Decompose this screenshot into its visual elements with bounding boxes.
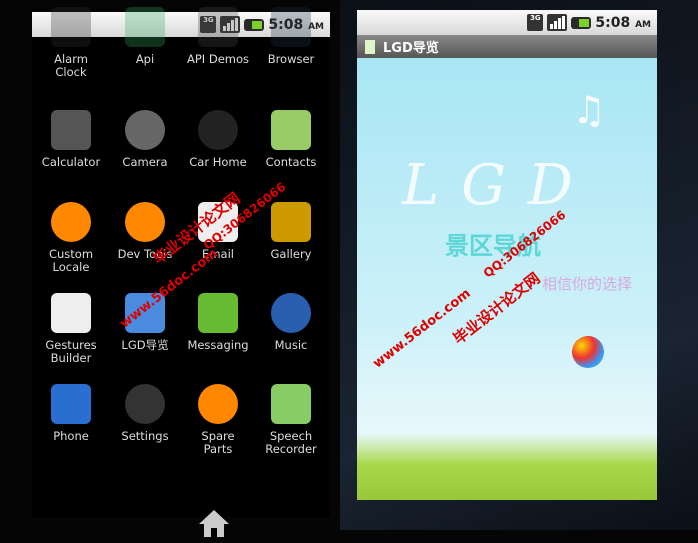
car-home-icon bbox=[198, 110, 238, 150]
app-label: Settings bbox=[121, 429, 169, 443]
app-label: Alarm Clock bbox=[54, 52, 88, 79]
app-calculator[interactable]: Calculator bbox=[34, 110, 108, 169]
clock: 5:08 AM bbox=[595, 14, 651, 31]
app-car-home[interactable]: Car Home bbox=[181, 110, 255, 169]
app-alarm-clock[interactable]: Alarm Clock bbox=[34, 7, 108, 79]
messaging-icon bbox=[198, 293, 238, 333]
camera-icon bbox=[125, 110, 165, 150]
contacts-icon bbox=[271, 110, 311, 150]
app-phone[interactable]: Phone bbox=[34, 384, 108, 443]
app-title: LGD导览 bbox=[383, 41, 439, 56]
calculator-icon bbox=[51, 110, 91, 150]
app-label: LGD导览 bbox=[121, 338, 169, 352]
app-settings[interactable]: Settings bbox=[108, 384, 182, 443]
app-label: Spare Parts bbox=[201, 429, 235, 456]
alarm-clock-icon bbox=[51, 7, 91, 47]
app-music[interactable]: Music bbox=[254, 293, 328, 352]
gear-icon bbox=[51, 202, 91, 242]
gallery-icon bbox=[271, 202, 311, 242]
browser-icon bbox=[271, 7, 311, 47]
network-3g-icon: 3G bbox=[527, 14, 544, 31]
app-gestures-builder[interactable]: Gestures Builder bbox=[34, 293, 108, 365]
app-camera[interactable]: Camera bbox=[108, 110, 182, 169]
gestures-icon bbox=[51, 293, 91, 333]
home-icon bbox=[199, 510, 229, 537]
battery-icon bbox=[571, 16, 592, 29]
app-browser[interactable]: Browser bbox=[254, 7, 328, 66]
app-label: Messaging bbox=[187, 338, 249, 352]
app-label: Gallery bbox=[270, 247, 312, 261]
music-note-icon: ♫ bbox=[572, 88, 607, 132]
app-api-demos[interactable]: API Demos bbox=[181, 7, 255, 66]
status-bar: 3G 5:08 AM bbox=[357, 10, 657, 35]
splash-image[interactable]: ♫ LGD 景区导航 相信你的选择 bbox=[357, 58, 657, 500]
splash-logo: LGD bbox=[402, 153, 595, 218]
app-api[interactable]: Api bbox=[108, 7, 182, 66]
app-contacts[interactable]: Contacts bbox=[254, 110, 328, 169]
music-icon bbox=[271, 293, 311, 333]
app-messaging[interactable]: Messaging bbox=[181, 293, 255, 352]
app-speech-recorder[interactable]: Speech Recorder bbox=[254, 384, 328, 456]
home-button[interactable] bbox=[197, 507, 231, 539]
app-label: Car Home bbox=[189, 155, 247, 169]
app-label: Custom Locale bbox=[48, 247, 94, 274]
app-label: Camera bbox=[122, 155, 168, 169]
app-gallery[interactable]: Gallery bbox=[254, 202, 328, 261]
signal-icon bbox=[547, 14, 568, 31]
balloons-icon bbox=[572, 336, 604, 368]
gear-icon bbox=[198, 384, 238, 424]
app-label: Browser bbox=[267, 52, 315, 66]
phone-icon bbox=[51, 384, 91, 424]
app-spare-parts[interactable]: Spare Parts bbox=[181, 384, 255, 456]
app-custom-locale[interactable]: Custom Locale bbox=[34, 202, 108, 274]
app-label: Api bbox=[135, 52, 155, 66]
api-demos-icon bbox=[198, 7, 238, 47]
app-title-bar: LGD导览 bbox=[357, 35, 657, 58]
speech-recorder-icon bbox=[271, 384, 311, 424]
app-label: Speech Recorder bbox=[265, 429, 317, 456]
splash-slogan: 相信你的选择 bbox=[542, 275, 633, 293]
app-label: Phone bbox=[53, 429, 89, 443]
app-label: Gestures Builder bbox=[45, 338, 97, 365]
app-icon bbox=[365, 39, 375, 54]
settings-icon bbox=[125, 384, 165, 424]
app-label: API Demos bbox=[186, 52, 249, 66]
gear-icon bbox=[125, 202, 165, 242]
app-label: Contacts bbox=[265, 155, 317, 169]
api-icon bbox=[125, 7, 165, 47]
app-label: Calculator bbox=[41, 155, 101, 169]
app-label: Music bbox=[274, 338, 308, 352]
